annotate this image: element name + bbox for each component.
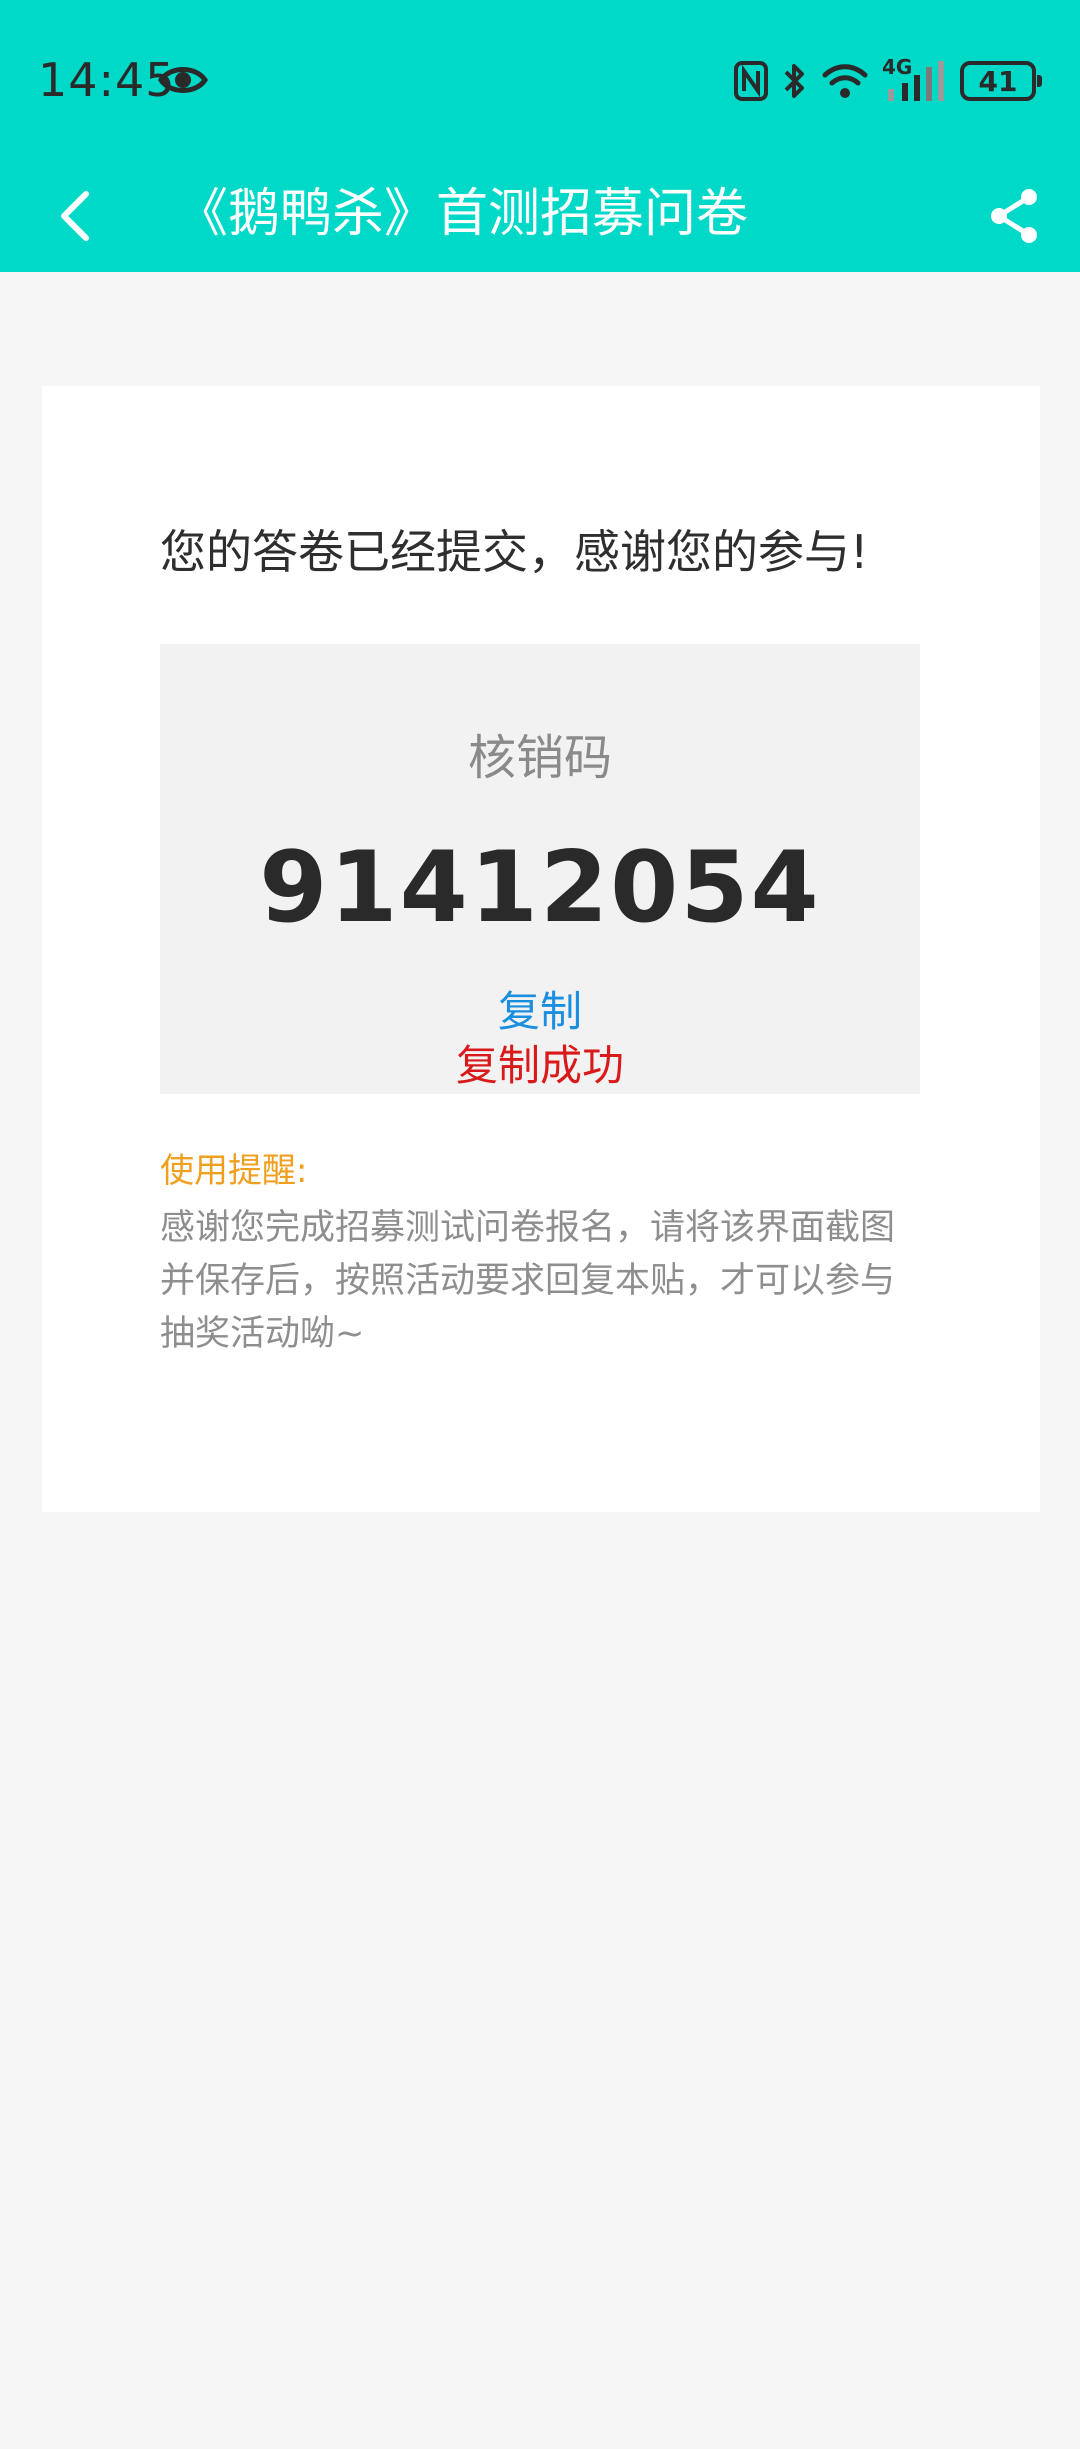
copy-button[interactable]: 复制: [160, 984, 920, 1040]
page-title: 《鹅鸭杀》首测招募问卷: [176, 184, 749, 244]
usage-tip-body: 感谢您完成招募测试问卷报名，请将该界面截图并保存后，按照活动要求回复本贴，才可以…: [160, 1208, 896, 1354]
copy-success-message: 复制成功: [455, 1041, 624, 1090]
status-bar: 14:45 4G 41: [0, 0, 1080, 160]
verification-code-value[interactable]: 91412054: [160, 828, 920, 948]
back-arrow-icon: [61, 191, 89, 241]
nav-bar: 《鹅鸭杀》首测招募问卷: [0, 160, 1080, 272]
verification-code-label: 核销码: [467, 730, 612, 786]
bluetooth-icon: [784, 64, 804, 98]
share-button[interactable]: [976, 178, 1052, 254]
status-time: 14:45: [38, 53, 176, 107]
app-header: 14:45 4G 41 《鹅鸭杀》首测招募问卷: [0, 0, 1080, 272]
eye-icon: [158, 67, 208, 93]
usage-tip-title: 使用提醒:: [160, 1151, 308, 1191]
share-icon: [991, 189, 1037, 243]
back-button[interactable]: [40, 180, 112, 252]
battery-level: 41: [978, 64, 1018, 98]
signal-icon: [888, 61, 944, 101]
nfc-icon: [734, 61, 768, 101]
wifi-icon: [822, 64, 868, 98]
status-icons: 4G 41: [734, 55, 1042, 106]
battery-icon: 41: [960, 61, 1042, 101]
signal-indicator: 4G: [882, 55, 946, 103]
result-card: 您的答卷已经提交，感谢您的参与! 核销码 91412054 复制 复制成功 使用…: [42, 386, 1040, 1512]
